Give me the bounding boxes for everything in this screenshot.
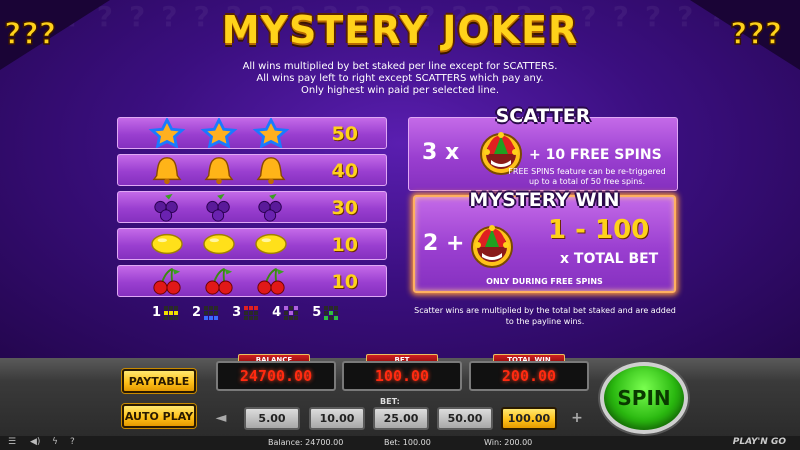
payline-number: 5	[312, 305, 322, 320]
lemon-icon	[203, 233, 235, 255]
payline-4: 4	[272, 305, 299, 320]
game-title: MYSTERY JOKER	[221, 8, 579, 52]
bet-selector-label: BET:	[380, 397, 400, 406]
paytable-button[interactable]: PAYTABLE	[122, 369, 196, 393]
payline-grid-icon	[204, 305, 219, 320]
mystery-condition: ONLY DURING FREE SPINS	[486, 277, 603, 286]
bet-option-button[interactable]: 5.00	[244, 407, 300, 430]
payout-value: 50	[331, 123, 358, 145]
paytable: 50 40 30 10 10	[117, 117, 387, 302]
turbo-icon[interactable]: ϟ	[52, 437, 58, 447]
payline-5: 5	[312, 305, 339, 320]
lemon-icon	[151, 233, 183, 255]
mystery-multiplier: x TOTAL BET	[560, 251, 659, 267]
payline-grid-icon	[284, 305, 299, 320]
payline-number: 3	[232, 305, 242, 320]
status-bet: Bet: 100.00	[384, 438, 431, 447]
payline-number: 2	[192, 305, 202, 320]
payout-value: 30	[331, 197, 358, 219]
payout-value: 40	[331, 160, 358, 182]
cherry-icon	[153, 267, 181, 295]
cherry-icon	[205, 267, 233, 295]
bet-display: 100.00	[342, 361, 462, 391]
game-stage: ????????????????????????????????????????…	[0, 0, 800, 358]
menu-icon[interactable]: ☰	[8, 437, 16, 447]
lemon-icon	[255, 233, 287, 255]
bell-icon	[256, 157, 286, 185]
scatter-panel: SCATTER 3 x + 10 FREE SPINS FREE SPINS f…	[408, 105, 678, 191]
total-win-display: 200.00	[469, 361, 589, 391]
payline-number: 4	[272, 305, 282, 320]
mystery-win-panel: MYSTERY WIN 2 + 1 - 100 x TOTAL BET ONLY…	[413, 189, 676, 293]
bell-icon	[152, 157, 182, 185]
bet-option-button-selected[interactable]: 100.00	[501, 407, 557, 430]
scatter-wins-note: Scatter wins are multiplied by the total…	[414, 306, 676, 326]
bet-option-button[interactable]: 25.00	[373, 407, 429, 430]
payline-grid-icon	[164, 305, 179, 320]
paytable-row-star: 50	[117, 117, 387, 149]
plum-icon	[154, 193, 178, 222]
bet-increase-arrow[interactable]: +	[566, 408, 588, 428]
payline-grid-icon	[324, 305, 339, 320]
plum-icon	[206, 193, 230, 222]
provider-logo: PLAY'N GO	[732, 437, 786, 447]
scatter-count: 3 x	[422, 140, 460, 165]
autoplay-button[interactable]: AUTO PLAY	[122, 404, 196, 428]
plum-icon	[258, 193, 282, 222]
star-icon	[200, 118, 238, 148]
paytable-row-bell: 40	[117, 154, 387, 186]
payout-value: 10	[331, 271, 358, 293]
rule-line: All wins pay left to right except SCATTE…	[256, 73, 544, 84]
mystery-range: 1 - 100	[548, 215, 650, 245]
payline-number: 1	[152, 305, 162, 320]
rules-text: All wins multiplied by bet staked per li…	[0, 61, 800, 97]
status-balance: Balance: 24700.00	[268, 438, 344, 447]
help-icon[interactable]: ?	[70, 437, 75, 447]
payline-grid-icon	[244, 305, 259, 320]
rule-line: All wins multiplied by bet staked per li…	[242, 61, 558, 72]
star-icon	[148, 118, 186, 148]
mystery-count: 2 +	[423, 231, 465, 256]
scatter-title: SCATTER	[495, 105, 591, 127]
bell-icon	[204, 157, 234, 185]
status-win: Win: 200.00	[484, 438, 533, 447]
joker-hat-icon	[471, 225, 513, 268]
paytable-row-plum: 30	[117, 191, 387, 223]
bet-option-button[interactable]: 10.00	[309, 407, 365, 430]
rule-line: Only highest win paid per selected line.	[300, 85, 499, 96]
payline-2: 2	[192, 305, 219, 320]
status-bar: ☰ ◀) ϟ ? Balance: 24700.00 Bet: 100.00 W…	[0, 436, 800, 450]
bet-option-button[interactable]: 50.00	[437, 407, 493, 430]
bet-decrease-arrow[interactable]: ◄	[210, 408, 232, 428]
paytable-row-cherry: 10	[117, 265, 387, 297]
payout-value: 10	[331, 234, 358, 256]
sound-icon[interactable]: ◀)	[30, 437, 40, 447]
paylines-legend: 1 2 3 4 5	[152, 305, 339, 320]
spin-button[interactable]: SPIN	[600, 362, 688, 434]
cherry-icon	[257, 267, 285, 295]
mystery-win-title: MYSTERY WIN	[469, 189, 620, 211]
star-icon	[252, 118, 290, 148]
payline-3: 3	[232, 305, 259, 320]
scatter-retrigger-note: FREE SPINS feature can be re-triggered u…	[508, 167, 666, 186]
scatter-prize: + 10 FREE SPINS	[529, 147, 662, 163]
paytable-row-lemon: 10	[117, 228, 387, 260]
payline-1: 1	[152, 305, 179, 320]
balance-display: 24700.00	[216, 361, 336, 391]
